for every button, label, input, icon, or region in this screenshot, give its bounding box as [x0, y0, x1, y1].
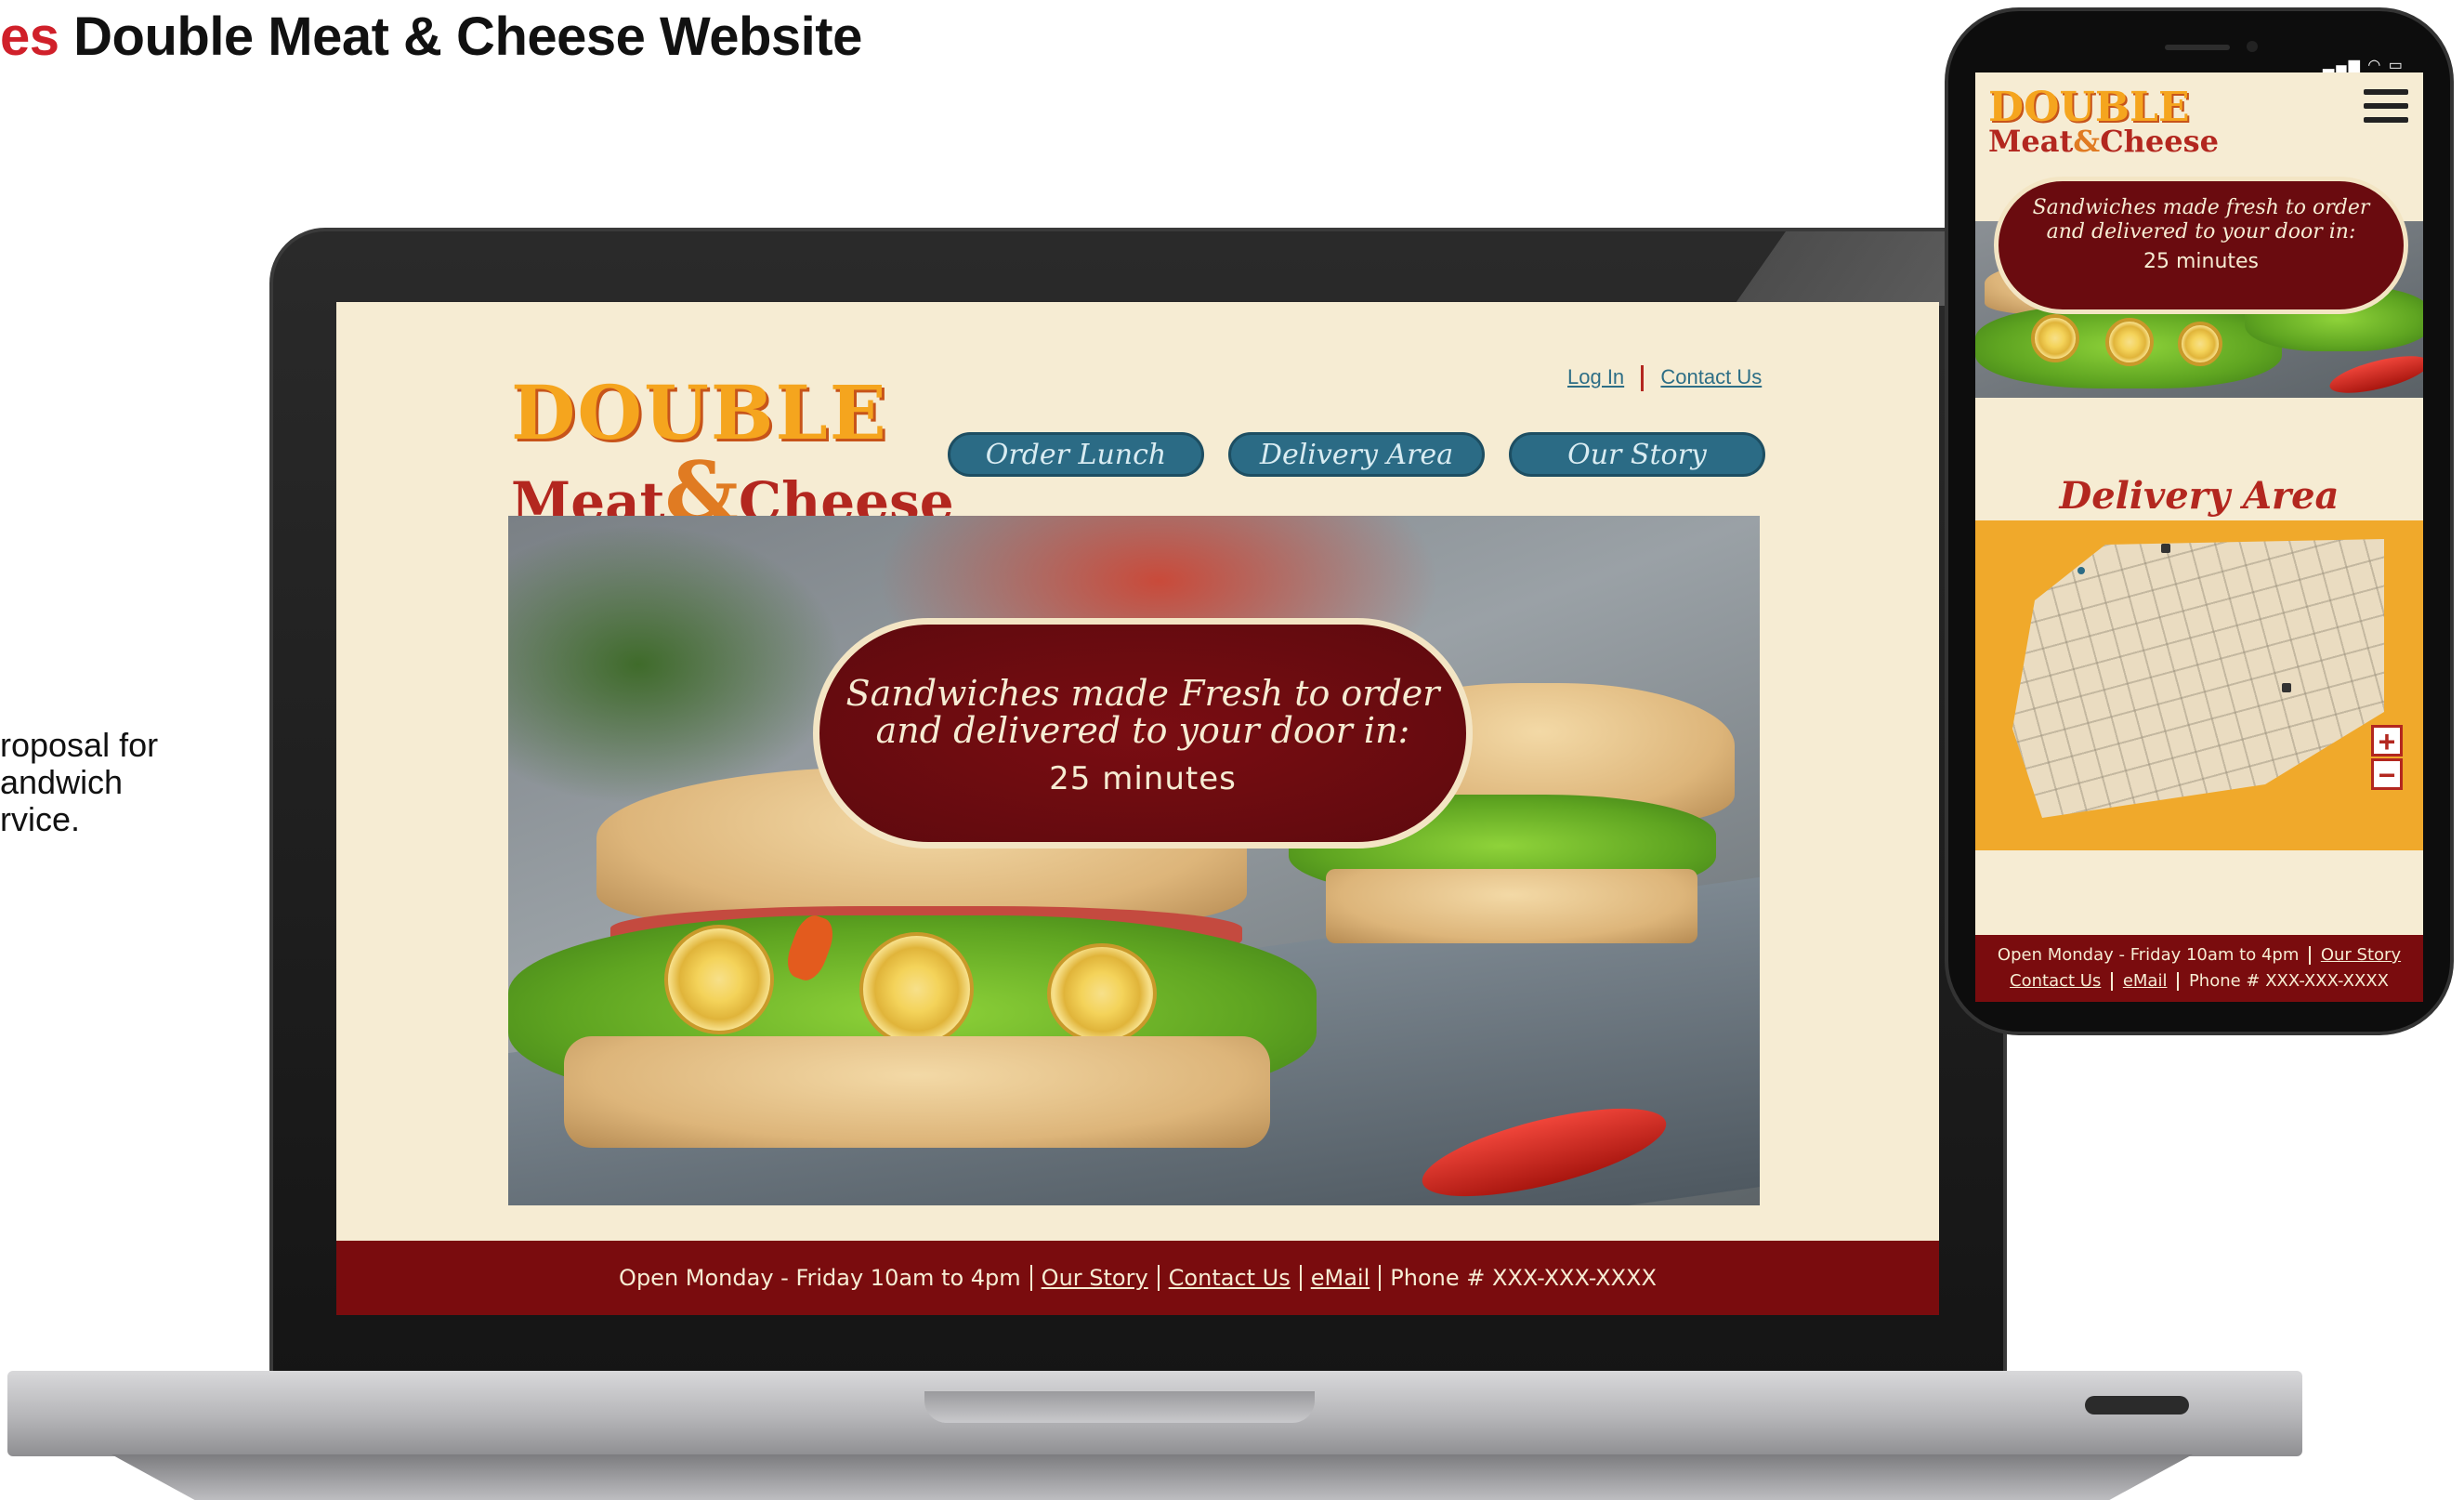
mobile-logo-ampersand: &: [2073, 124, 2101, 159]
mobile-footer: Open Monday - Friday 10am to 4pm Our Sto…: [1975, 935, 2423, 1002]
back-sandwich-bottom: [1326, 869, 1697, 943]
cheese-roll: [664, 925, 774, 1034]
phone-speaker: [2165, 45, 2230, 50]
zoom-out-icon[interactable]: −: [2371, 758, 2403, 790]
mobile-footer-separator: [2309, 946, 2312, 965]
hamburger-menu-icon[interactable]: [2364, 89, 2408, 123]
zoom-in-icon[interactable]: +: [2371, 725, 2403, 757]
mobile-logo[interactable]: DOUBLE Meat&Cheese: [1988, 84, 2219, 159]
delivery-time: 25 minutes: [1049, 760, 1237, 797]
cheese-roll: [1047, 943, 1157, 1044]
front-sandwich-bottom: [564, 1036, 1270, 1148]
footer-separator: [1029, 1265, 1032, 1291]
mobile-footer-our-story-link[interactable]: Our Story: [2321, 945, 2401, 965]
hero-tagline-bubble: Sandwiches made Fresh to order and deliv…: [813, 618, 1473, 849]
cheese-roll: [859, 932, 974, 1046]
footer-separator: [1379, 1265, 1382, 1291]
mobile-footer-row2: Contact Us eMail Phone # XXX-XXX-XXXX: [1975, 968, 2423, 994]
footer-hours: Open Monday - Friday 10am to 4pm: [619, 1265, 1021, 1291]
mobile-tagline-bubble: Sandwiches made fresh to order and deliv…: [1994, 177, 2408, 314]
mobile-footer-separator: [2111, 972, 2114, 991]
top-links: Log In Contact Us: [1567, 365, 1762, 392]
footer-our-story-link[interactable]: Our Story: [1042, 1265, 1148, 1291]
mobile-footer-phone: Phone # XXX-XXX-XXXX: [2188, 971, 2389, 991]
status-bar-icons: ▂▄▆ ◠ ▭: [2323, 58, 2405, 73]
delivery-zone-area: [2012, 539, 2384, 818]
mobile-footer-hours: Open Monday - Friday 10am to 4pm: [1997, 945, 2300, 965]
mobile-website-screen: DOUBLE Meat&Cheese Sandwiches made fresh…: [1975, 72, 2423, 1002]
desktop-footer: Open Monday - Friday 10am to 4pm Our Sto…: [336, 1241, 1939, 1315]
mobile-footer-separator: [2177, 972, 2180, 991]
footer-email-link[interactable]: eMail: [1311, 1265, 1370, 1291]
laptop-opening-notch: [924, 1391, 1315, 1423]
mobile-logo-line2: Meat&Cheese: [1988, 124, 2219, 159]
heading-accent: es: [0, 7, 59, 67]
hero-tagline: Sandwiches made Fresh to order and deliv…: [845, 673, 1440, 751]
mobile-cheese-roll: [2105, 318, 2154, 366]
delivery-area-map[interactable]: + −: [1975, 520, 2423, 850]
mobile-footer-row1: Open Monday - Friday 10am to 4pm Our Sto…: [1975, 942, 2423, 968]
mobile-cheese-roll: [2178, 322, 2222, 366]
mobile-cheese-roll: [2031, 314, 2079, 362]
desktop-logo[interactable]: DOUBLE Meat&Cheese: [511, 369, 954, 540]
mobile-logo-meat: Meat: [1988, 124, 2074, 159]
mobile-tagline: Sandwiches made fresh to order and deliv…: [2032, 196, 2370, 243]
nav-our-story-button[interactable]: Our Story: [1509, 432, 1765, 477]
nav-delivery-area-button[interactable]: Delivery Area: [1228, 432, 1485, 477]
nav-order-lunch-button[interactable]: Order Lunch: [948, 432, 1204, 477]
footer-phone: Phone # XXX-XXX-XXXX: [1390, 1265, 1657, 1291]
desktop-website-screen: DOUBLE Meat&Cheese Log In Contact Us Ord…: [336, 302, 1939, 1315]
map-marker-icon[interactable]: [2077, 567, 2085, 574]
contact-link[interactable]: Contact Us: [1660, 365, 1762, 388]
page-heading: es Double Meat & Cheese Website: [0, 6, 862, 68]
map-marker-icon[interactable]: [2282, 683, 2291, 692]
footer-contact-link[interactable]: Contact Us: [1169, 1265, 1291, 1291]
footer-separator: [1299, 1265, 1302, 1291]
mobile-delivery-time: 25 minutes: [2143, 250, 2260, 273]
mobile-logo-cheese: Cheese: [2100, 124, 2220, 159]
login-link[interactable]: Log In: [1567, 365, 1624, 388]
laptop-side-slot: [2085, 1396, 2189, 1414]
link-separator: [1641, 365, 1645, 392]
mobile-footer-contact-link[interactable]: Contact Us: [2010, 971, 2101, 991]
heading-title: Double Meat & Cheese Website: [73, 7, 862, 67]
laptop-base-bottom: [111, 1454, 2193, 1500]
mobile-footer-email-link[interactable]: eMail: [2123, 971, 2168, 991]
delivery-area-title: Delivery Area: [2059, 474, 2339, 518]
footer-separator: [1157, 1265, 1160, 1291]
hero-image: Sandwiches made Fresh to order and deliv…: [508, 516, 1760, 1205]
phone-camera: [2247, 41, 2258, 52]
mobile-chili: [2326, 349, 2423, 398]
map-marker-icon[interactable]: [2161, 544, 2170, 553]
side-description: roposal for andwich rvice.: [0, 726, 159, 838]
